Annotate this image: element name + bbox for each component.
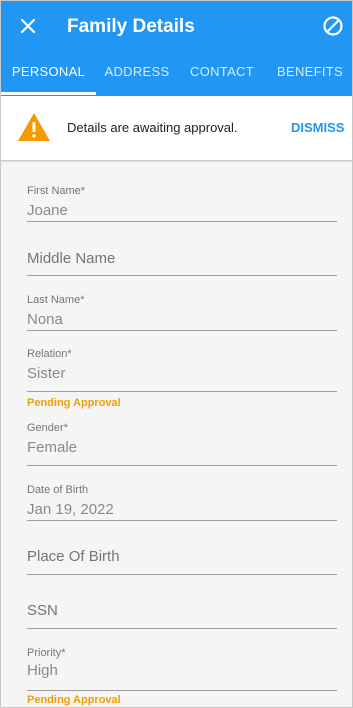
priority-field[interactable]: Priority* High (27, 643, 337, 691)
first-name-label: First Name* (27, 185, 86, 197)
relation-pending-status: Pending Approval (27, 397, 121, 409)
warning-icon (18, 113, 50, 141)
relation-value: Sister (27, 365, 66, 382)
tab-bar: PERSONAL ADDRESS CONTACT BENEFITS (1, 51, 352, 96)
place-of-birth-placeholder: Place Of Birth (27, 548, 120, 565)
relation-label: Relation* (27, 348, 72, 360)
date-of-birth-label: Date of Birth (27, 484, 89, 496)
first-name-value: Joane (27, 202, 68, 219)
last-name-field[interactable]: Last Name* Nona (27, 290, 337, 331)
banner-message: Details are awaiting approval. (67, 120, 238, 135)
gender-label: Gender* (27, 422, 68, 434)
app-frame: Family Details PERSONAL ADDRESS CONTACT … (0, 0, 353, 708)
dismiss-button[interactable]: DISMISS (291, 120, 344, 135)
priority-pending-status: Pending Approval (27, 694, 121, 706)
middle-name-field[interactable]: Middle Name (27, 235, 337, 276)
block-button[interactable] (320, 13, 346, 39)
tab-benefits[interactable]: BENEFITS (266, 51, 352, 96)
first-name-field[interactable]: First Name* Joane (27, 181, 337, 222)
gender-field[interactable]: Gender* Female (27, 418, 337, 466)
relation-field[interactable]: Relation* Sister (27, 344, 337, 392)
tab-address[interactable]: ADDRESS (96, 51, 178, 96)
tab-indicator (1, 92, 96, 95)
tab-contact[interactable]: CONTACT (178, 51, 266, 96)
approval-banner: Details are awaiting approval. DISMISS (1, 96, 352, 160)
gender-value: Female (27, 439, 78, 456)
date-of-birth-value: Jan 19, 2022 (27, 501, 114, 518)
last-name-label: Last Name* (27, 294, 85, 306)
place-of-birth-field[interactable]: Place Of Birth (27, 534, 337, 575)
page-title: Family Details (67, 16, 195, 37)
last-name-value: Nona (27, 311, 63, 328)
app-bar: Family Details PERSONAL ADDRESS CONTACT … (1, 1, 352, 96)
date-of-birth-field[interactable]: Date of Birth Jan 19, 2022 (27, 480, 337, 521)
priority-value: High (27, 662, 58, 679)
priority-label: Priority* (27, 647, 66, 659)
middle-name-placeholder: Middle Name (27, 250, 116, 267)
tab-personal[interactable]: PERSONAL (1, 51, 96, 96)
block-icon (323, 16, 343, 36)
ssn-placeholder: SSN (27, 602, 58, 619)
ssn-field[interactable]: SSN (27, 588, 337, 629)
close-icon (20, 18, 36, 34)
close-button[interactable] (15, 13, 41, 39)
